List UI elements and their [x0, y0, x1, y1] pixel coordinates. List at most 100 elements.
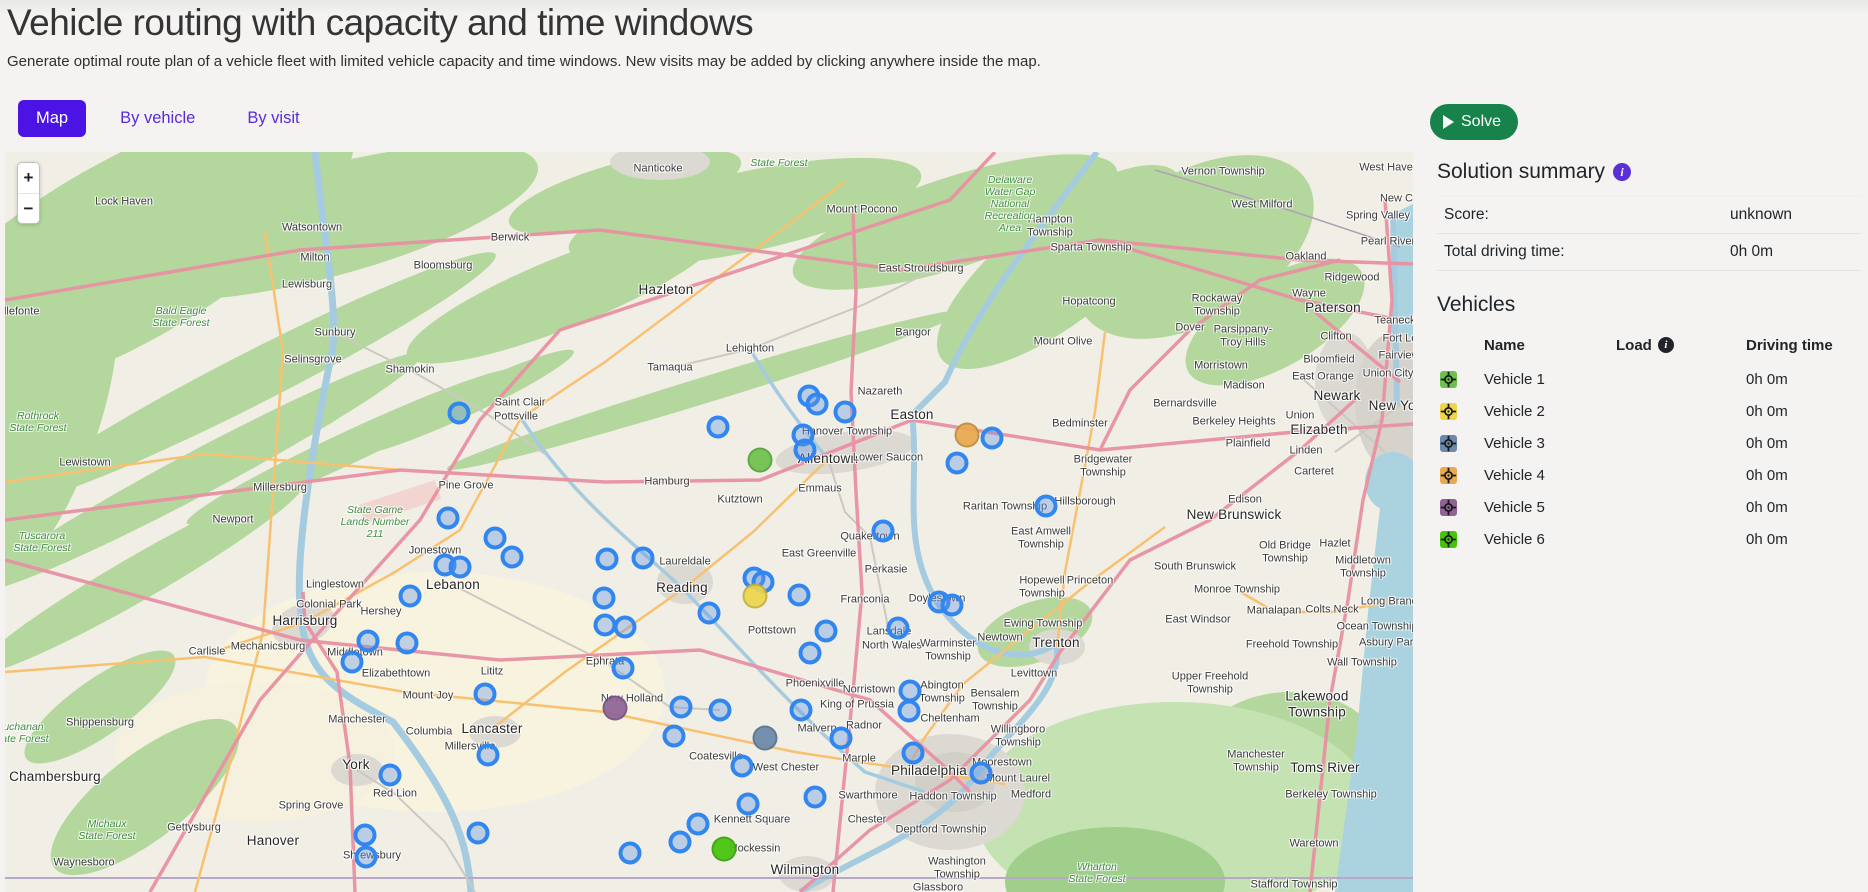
- visit-marker[interactable]: [788, 584, 811, 607]
- summary-value: 0h 0m: [1730, 243, 1861, 261]
- visit-marker[interactable]: [830, 727, 853, 750]
- vehicles-heading: Vehicles: [1437, 293, 1861, 317]
- play-icon: [1443, 115, 1454, 129]
- visit-marker[interactable]: [379, 764, 402, 787]
- vehicle-marker-icon: [1440, 403, 1484, 420]
- visit-marker[interactable]: [799, 642, 822, 665]
- visit-marker[interactable]: [946, 452, 969, 475]
- visit-marker[interactable]: [970, 762, 993, 785]
- zoom-out-button[interactable]: −: [18, 193, 39, 223]
- zoom-in-button[interactable]: +: [18, 163, 39, 193]
- vehicle-marker-icon: [1440, 467, 1484, 484]
- visit-marker[interactable]: [902, 742, 925, 765]
- vehicle-driving-time: 0h 0m: [1746, 403, 1861, 420]
- vehicle-driving-time: 0h 0m: [1746, 467, 1861, 484]
- visit-marker[interactable]: [477, 744, 500, 767]
- visit-marker[interactable]: [448, 402, 471, 425]
- vehicles-table: Name Load i Driving time Vehicle 10h 0mV…: [1437, 331, 1861, 555]
- visit-marker[interactable]: [357, 630, 380, 653]
- vehicle-name: Vehicle 6: [1484, 531, 1616, 548]
- visit-marker[interactable]: [354, 824, 377, 847]
- visit-marker[interactable]: [396, 632, 419, 655]
- tab-map[interactable]: Map: [18, 100, 86, 137]
- vehicle-driving-time: 0h 0m: [1746, 499, 1861, 516]
- vehicle-driving-time: 0h 0m: [1746, 371, 1861, 388]
- tab-by-visit[interactable]: By visit: [229, 100, 317, 137]
- solve-label: Solve: [1461, 113, 1501, 131]
- visit-marker[interactable]: [687, 813, 710, 836]
- vehicle-name: Vehicle 4: [1484, 467, 1616, 484]
- visit-marker[interactable]: [449, 556, 472, 579]
- visit-marker[interactable]: [794, 439, 817, 462]
- page-subtitle: Generate optimal route plan of a vehicle…: [7, 53, 1041, 70]
- column-driving-time: Driving time: [1746, 337, 1861, 354]
- vehicles-rows: Vehicle 10h 0mVehicle 20h 0mVehicle 30h …: [1437, 363, 1861, 555]
- vehicle-name: Vehicle 1: [1484, 371, 1616, 388]
- load-info-icon[interactable]: i: [1658, 337, 1674, 353]
- page-header: Vehicle routing with capacity and time w…: [7, 2, 1041, 70]
- vehicle-marker-icon: [1440, 435, 1484, 452]
- vehicle-home-marker[interactable]: [748, 448, 773, 473]
- visit-marker[interactable]: [790, 699, 813, 722]
- solution-summary-heading: Solution summary i: [1437, 160, 1861, 184]
- visit-marker[interactable]: [596, 548, 619, 571]
- vehicle-home-marker[interactable]: [955, 423, 980, 448]
- column-name: Name: [1484, 337, 1616, 354]
- map-markers: [5, 152, 1413, 892]
- visit-marker[interactable]: [872, 520, 895, 543]
- visit-marker[interactable]: [670, 696, 693, 719]
- visit-marker[interactable]: [341, 651, 364, 674]
- visit-marker[interactable]: [709, 699, 732, 722]
- solve-button[interactable]: Solve: [1430, 104, 1518, 140]
- vehicle-home-marker[interactable]: [712, 837, 737, 862]
- visit-marker[interactable]: [815, 620, 838, 643]
- visit-marker[interactable]: [632, 547, 655, 570]
- visit-marker[interactable]: [484, 527, 507, 550]
- vehicle-home-marker[interactable]: [603, 696, 628, 721]
- visit-marker[interactable]: [619, 842, 642, 865]
- visit-marker[interactable]: [737, 793, 760, 816]
- vehicle-marker-icon: [1440, 531, 1484, 548]
- tab-bar: Map By vehicle By visit: [18, 100, 318, 137]
- visit-marker[interactable]: [1035, 495, 1058, 518]
- summary-label: Total driving time:: [1444, 243, 1730, 261]
- visit-marker[interactable]: [669, 831, 692, 854]
- visit-marker[interactable]: [698, 602, 721, 625]
- visit-marker[interactable]: [614, 616, 637, 639]
- visit-marker[interactable]: [399, 585, 422, 608]
- visit-marker[interactable]: [731, 755, 754, 778]
- vehicle-home-marker[interactable]: [753, 726, 778, 751]
- summary-value: unknown: [1730, 206, 1861, 224]
- tab-by-vehicle[interactable]: By vehicle: [102, 100, 213, 137]
- vehicles-table-header: Name Load i Driving time: [1437, 331, 1861, 359]
- visit-marker[interactable]: [806, 393, 829, 416]
- summary-row: Score:unknown: [1437, 196, 1861, 234]
- visit-marker[interactable]: [355, 846, 378, 869]
- visit-marker[interactable]: [804, 786, 827, 809]
- visit-marker[interactable]: [941, 594, 964, 617]
- visit-marker[interactable]: [707, 416, 730, 439]
- vehicle-row: Vehicle 20h 0m: [1437, 395, 1861, 427]
- visit-marker[interactable]: [834, 401, 857, 424]
- vehicle-row: Vehicle 6 0h 0m: [1437, 523, 1861, 555]
- visit-marker[interactable]: [474, 683, 497, 706]
- vehicle-home-marker[interactable]: [743, 584, 768, 609]
- visit-marker[interactable]: [593, 587, 616, 610]
- visit-marker[interactable]: [467, 822, 490, 845]
- vehicle-row: Vehicle 1 0h 0m: [1437, 363, 1861, 395]
- vehicle-marker-icon: [1440, 499, 1484, 516]
- visit-marker[interactable]: [663, 725, 686, 748]
- solution-summary-title: Solution summary: [1437, 160, 1605, 184]
- vehicle-marker-icon: [1440, 371, 1484, 388]
- visit-marker[interactable]: [981, 427, 1004, 450]
- vehicle-name: Vehicle 5: [1484, 499, 1616, 516]
- info-icon[interactable]: i: [1613, 163, 1631, 181]
- map-canvas[interactable]: Lock HavenWatsontownMiltonBerwickBloomsb…: [5, 152, 1413, 892]
- visit-marker[interactable]: [898, 700, 921, 723]
- visit-marker[interactable]: [612, 657, 635, 680]
- vehicle-driving-time: 0h 0m: [1746, 531, 1861, 548]
- visit-marker[interactable]: [501, 546, 524, 569]
- page-title: Vehicle routing with capacity and time w…: [7, 2, 1041, 44]
- visit-marker[interactable]: [887, 617, 910, 640]
- visit-marker[interactable]: [437, 507, 460, 530]
